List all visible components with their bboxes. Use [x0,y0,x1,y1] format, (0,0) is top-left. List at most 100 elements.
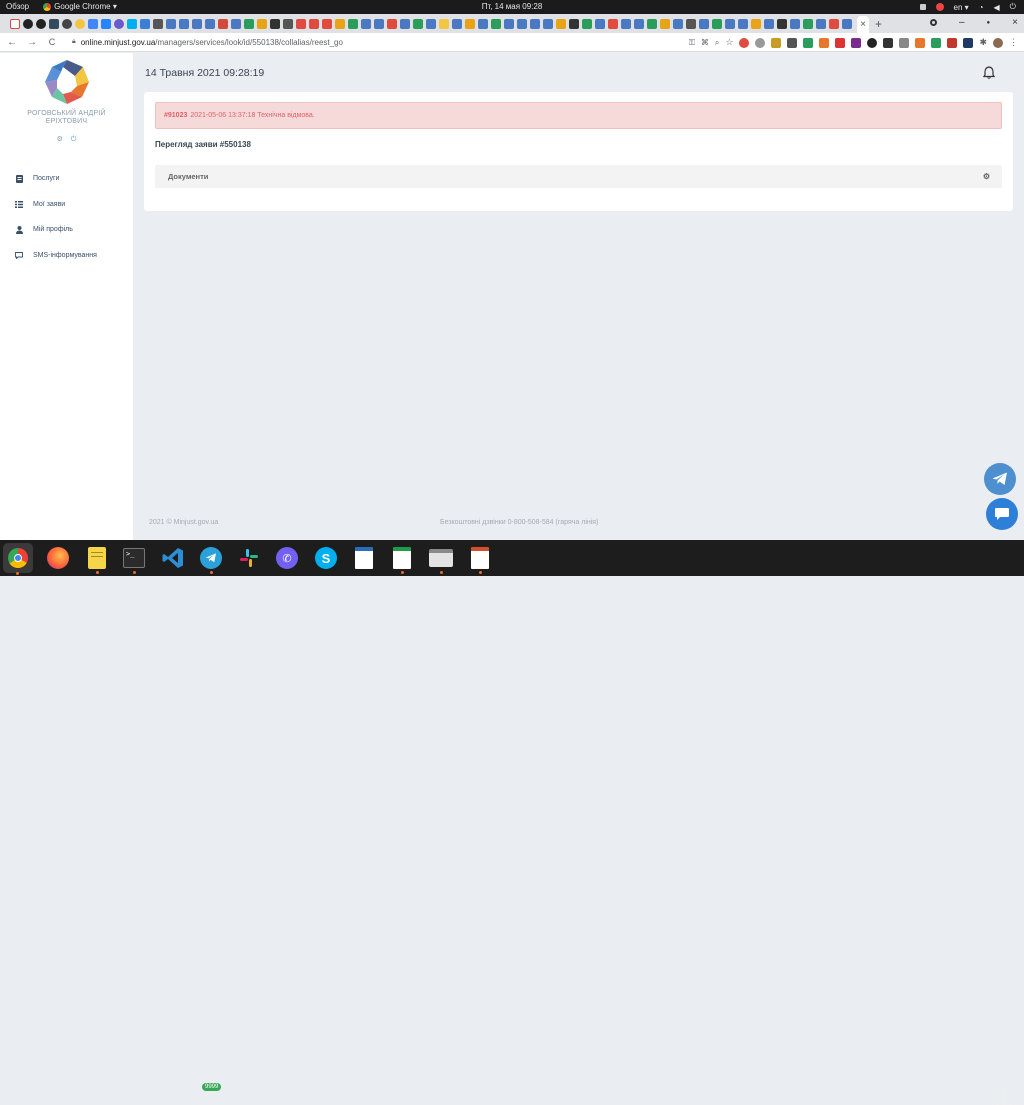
firefox-dock-icon[interactable] [46,546,70,570]
tab-icon[interactable] [555,18,566,29]
bookmark-star-icon[interactable]: ☆ [725,37,733,48]
tab-icon[interactable] [321,18,332,29]
volume-icon[interactable]: ◀ [994,3,1000,12]
wifi-icon[interactable]: ◔ [979,3,984,12]
keyboard-layout[interactable]: en ▾ [954,3,969,12]
shield-tab-icon[interactable] [139,18,150,29]
extension-icon[interactable] [771,37,782,48]
vscode-dock-icon[interactable] [161,546,185,570]
tab-icon[interactable] [412,18,423,29]
tab-icon[interactable] [217,18,228,29]
tab-icon[interactable] [516,18,527,29]
tab-icon[interactable] [698,18,709,29]
tab-icon[interactable] [438,18,449,29]
tab-icon[interactable] [243,18,254,29]
back-button[interactable]: ← [4,37,20,48]
tab-icon[interactable] [789,18,800,29]
tab-icon[interactable] [828,18,839,29]
system-clock[interactable]: Пт, 14 мая 09:28 [482,2,543,11]
logout-power-icon[interactable]: ⏻ [71,136,77,143]
files-dock-icon[interactable] [429,546,453,574]
extension-icon[interactable] [803,37,814,48]
tab-icon[interactable] [425,18,436,29]
tab-icon[interactable] [763,18,774,29]
jira-tab-icon[interactable] [100,18,111,29]
live-chat-button[interactable] [986,498,1018,530]
tab-icon[interactable] [308,18,319,29]
forward-button[interactable]: → [24,37,40,48]
sidebar-item-sms[interactable]: SMS-інформування [0,243,133,269]
tab-icon[interactable] [178,18,189,29]
text-editor-dock-icon[interactable] [85,546,109,574]
reload-button[interactable]: C [44,37,60,47]
tab-icon[interactable] [620,18,631,29]
extension-icon[interactable] [755,37,766,48]
tab-icon[interactable] [776,18,787,29]
globe-tab-icon[interactable] [113,18,124,29]
tab-icon[interactable] [659,18,670,29]
tab-icon[interactable] [607,18,618,29]
terminal-dock-icon[interactable]: >_ [122,546,146,574]
extension-icon[interactable] [963,37,974,48]
tab-icon[interactable] [269,18,280,29]
tab-icon[interactable] [165,18,176,29]
settings-gear-icon[interactable]: ⚙ [57,136,63,143]
minimize-icon[interactable]: – [959,17,965,28]
slack-dock-icon[interactable] [237,546,261,570]
close-icon[interactable]: × [1012,17,1018,28]
extension-icon[interactable] [835,37,846,48]
tab-icon[interactable] [386,18,397,29]
tab-icon[interactable] [399,18,410,29]
tab-icon[interactable] [230,18,241,29]
tab-icon[interactable] [568,18,579,29]
tab-icon[interactable] [282,18,293,29]
browser-menu-icon[interactable]: ⋮ [1009,37,1018,48]
tab-icon[interactable] [711,18,722,29]
extension-icon[interactable] [883,37,894,48]
tab-icon[interactable] [451,18,462,29]
tab-icon[interactable] [529,18,540,29]
calc-dock-icon[interactable] [390,546,414,574]
tab-icon[interactable] [581,18,592,29]
tab-icon[interactable] [802,18,813,29]
tab-icon[interactable] [490,18,501,29]
zoom-icon[interactable]: ⌕ [715,38,719,48]
tab-icon[interactable] [295,18,306,29]
list-tab-icon[interactable] [152,18,163,29]
github-tab-icon[interactable] [22,18,33,29]
sidebar-item-services[interactable]: Послуги [0,166,133,192]
skype-tab-icon[interactable] [126,18,137,29]
extension-icon[interactable] [915,37,926,48]
power-menu-icon[interactable]: ⏻ [1010,2,1016,12]
tab-icon[interactable] [347,18,358,29]
block-tab-icon[interactable] [61,18,72,29]
tab-icon[interactable] [503,18,514,29]
sidebar-item-my-profile[interactable]: Мій профіль [0,217,133,243]
sidebar-item-my-applications[interactable]: Мої заяви [0,192,133,218]
extension-icon[interactable] [899,37,910,48]
record-icon[interactable] [929,19,937,26]
tab-icon[interactable] [841,18,852,29]
active-tab[interactable]: × [857,16,869,33]
show-apps-grid-icon[interactable] [996,1089,1012,1105]
telegram-dock-icon[interactable] [199,546,223,574]
tab-icon[interactable] [815,18,826,29]
tab-icon[interactable] [737,18,748,29]
circle-tab-icon[interactable] [74,18,85,29]
doc-tab-icon[interactable] [48,18,59,29]
tab-icon[interactable] [685,18,696,29]
extension-icon[interactable] [867,37,878,48]
tab-icon[interactable] [750,18,761,29]
screen-record-icon[interactable] [919,4,926,10]
tab-icon[interactable] [672,18,683,29]
impress-dock-icon[interactable] [468,546,492,574]
tab-icon[interactable] [477,18,488,29]
maximize-icon[interactable]: ● [987,20,991,26]
key-icon[interactable]: ⚿ [689,38,695,48]
extension-icon[interactable] [819,37,830,48]
tab-icon[interactable] [542,18,553,29]
extension-icon[interactable] [787,37,798,48]
extension-icon[interactable] [947,37,958,48]
tab-icon[interactable] [204,18,215,29]
tab-icon[interactable] [646,18,657,29]
